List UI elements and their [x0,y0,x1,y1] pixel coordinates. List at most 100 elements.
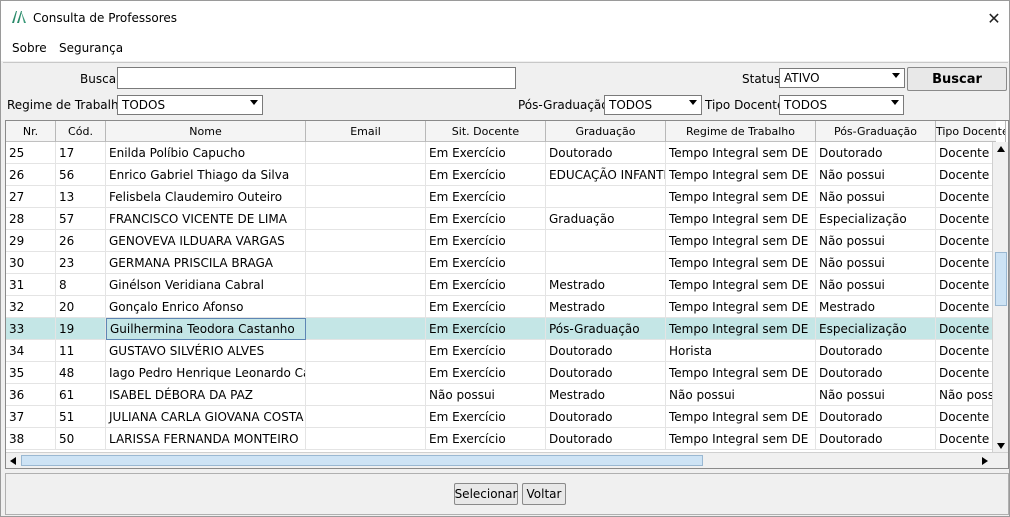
header-col-pos-graduacao[interactable]: Pós-Graduação [816,121,936,142]
cell-pos-graduacao: Não possui [816,252,936,274]
cell-graduacao: Doutorado [546,428,666,450]
cell-sit-docente: Em Exercício [426,296,546,318]
header-col-regime[interactable]: Regime de Trabalho [666,121,816,142]
table-row[interactable]: 27 13 Felisbela Claudemiro Outeiro Em Exerc… [6,186,1006,208]
regime-select[interactable]: TODOS [117,95,263,115]
cell-sit-docente: Em Exercício [426,362,546,384]
cell-nome: Felisbela Claudemiro Outeiro [106,186,306,208]
chevron-down-icon [892,73,900,78]
footer-panel: Selecionar Voltar [5,473,1009,515]
close-button[interactable]: ✕ [979,1,1009,35]
cell-email [306,274,426,296]
cell-cod: 48 [56,362,106,384]
cell-pos-graduacao: Doutorado [816,406,936,428]
vertical-scroll-thumb[interactable] [995,252,1007,306]
cell-pos-graduacao: Doutorado [816,340,936,362]
status-select[interactable]: ATIVO [779,68,905,88]
table-row[interactable]: 37 51 JULIANA CARLA GIOVANA COSTA Em Exercí… [6,406,1006,428]
cell-cod: 51 [56,406,106,428]
cell-nr: 36 [6,384,56,406]
chevron-down-icon [891,100,899,105]
cell-pos-graduacao: Não possui [816,164,936,186]
cell-cod: 17 [56,142,106,164]
scroll-down-icon[interactable] [997,443,1005,449]
scroll-right-icon[interactable] [982,457,988,465]
title-bar: Consulta de Professores ✕ [1,1,1009,35]
scroll-left-icon[interactable] [10,457,16,465]
table-row[interactable]: 36 61 ISABEL DÉBORA DA PAZ Não possui Mestra… [6,384,1006,406]
table-row[interactable]: 32 20 Gonçalo Enrico Afonso Em Exercício Mes… [6,296,1006,318]
menu-sobre[interactable]: Sobre [12,41,47,55]
regime-label: Regime de Trabalho: [7,98,130,112]
cell-graduacao [546,252,666,274]
cell-regime: Tempo Integral sem DE [666,186,816,208]
cell-nome: Enilda Políbio Capucho [106,142,306,164]
table-row[interactable]: 34 11 GUSTAVO SILVÉRIO ALVES Em Exercício Do… [6,340,1006,362]
cell-regime: Tempo Integral sem DE [666,296,816,318]
selecionar-button[interactable]: Selecionar [454,483,518,505]
header-col-nr[interactable]: Nr. [6,121,56,142]
cell-graduacao: Graduação [546,208,666,230]
cell-email [306,296,426,318]
cell-sit-docente: Em Exercício [426,164,546,186]
cell-sit-docente: Em Exercício [426,142,546,164]
horizontal-scrollbar[interactable] [6,452,1008,468]
cell-nome: FRANCISCO VICENTE DE LIMA [106,208,306,230]
professores-table[interactable]: Nr. Cód. Nome Email Sit. Docente Graduação Reg… [5,120,1009,469]
buscar-button[interactable]: Buscar [907,67,1007,91]
app-logo-icon [12,11,26,23]
table-row[interactable]: 38 50 LARISSA FERNANDA MONTEIRO Em Exercíci… [6,428,1006,450]
cell-cod: 57 [56,208,106,230]
table-row[interactable]: 29 26 GENOVEVA ILDUARA VARGAS Em Exercício T… [6,230,1006,252]
header-col-email[interactable]: Email [306,121,426,142]
cell-nome: Iago Pedro Henrique Leonardo Cal... [106,362,306,384]
table-row[interactable]: 30 23 GERMANA PRISCILA BRAGA Em Exercício Te… [6,252,1006,274]
cell-graduacao: Doutorado [546,142,666,164]
horizontal-scroll-thumb[interactable] [21,455,703,466]
scroll-up-icon[interactable] [997,146,1005,152]
cell-pos-graduacao: Especialização [816,318,936,340]
pos-graduacao-select[interactable]: TODOS [604,95,702,115]
cell-pos-graduacao: Não possui [816,274,936,296]
busca-input[interactable] [117,67,516,89]
cell-regime: Horista [666,340,816,362]
cell-regime: Tempo Integral sem DE [666,318,816,340]
table-row[interactable]: 28 57 FRANCISCO VICENTE DE LIMA Em Exercíci… [6,208,1006,230]
tipo-docente-select[interactable]: TODOS [779,95,904,115]
cell-nome: Ginélson Veridiana Cabral [106,274,306,296]
cell-email [306,318,426,340]
voltar-button[interactable]: Voltar [522,483,566,505]
cell-graduacao: Doutorado [546,340,666,362]
header-col-graduacao[interactable]: Graduação [546,121,666,142]
table-row[interactable]: 25 17 Enilda Políbio Capucho Em Exercício Do… [6,142,1006,164]
cell-graduacao: Doutorado [546,406,666,428]
header-col-cod[interactable]: Cód. [56,121,106,142]
cell-email [306,428,426,450]
cell-graduacao: EDUCAÇÃO INFANTIL [546,164,666,186]
cell-email [306,340,426,362]
table-row[interactable]: 31 8 Ginélson Veridiana Cabral Em Exercício… [6,274,1006,296]
cell-nome: LARISSA FERNANDA MONTEIRO [106,428,306,450]
menu-seguranca[interactable]: Segurança [59,41,123,55]
cell-email [306,406,426,428]
cell-nome: GUSTAVO SILVÉRIO ALVES [106,340,306,362]
table-row[interactable]: 26 56 Enrico Gabriel Thiago da Silva Em Exe… [6,164,1006,186]
header-col-nome[interactable]: Nome [106,121,306,142]
cell-email [306,142,426,164]
cell-email [306,384,426,406]
table-row[interactable]: 33 19 Guilhermina Teodora Castanho Em Exerc… [6,318,1006,340]
table-header: Nr. Cód. Nome Email Sit. Docente Graduação Reg… [6,121,1006,142]
regime-value: TODOS [122,98,166,112]
cell-sit-docente: Não possui [426,384,546,406]
cell-graduacao [546,186,666,208]
table-row[interactable]: 35 48 Iago Pedro Henrique Leonardo Cal... E… [6,362,1006,384]
cell-cod: 26 [56,230,106,252]
vertical-scrollbar[interactable] [992,142,1008,453]
cell-regime: Não possui [666,384,816,406]
header-col-tipo-docente[interactable]: Tipo Docente [936,121,1006,142]
cell-nome: GERMANA PRISCILA BRAGA [106,252,306,274]
cell-nr: 38 [6,428,56,450]
header-col-sit-docente[interactable]: Sit. Docente [426,121,546,142]
cell-nome: Enrico Gabriel Thiago da Silva [106,164,306,186]
cell-sit-docente: Em Exercício [426,230,546,252]
